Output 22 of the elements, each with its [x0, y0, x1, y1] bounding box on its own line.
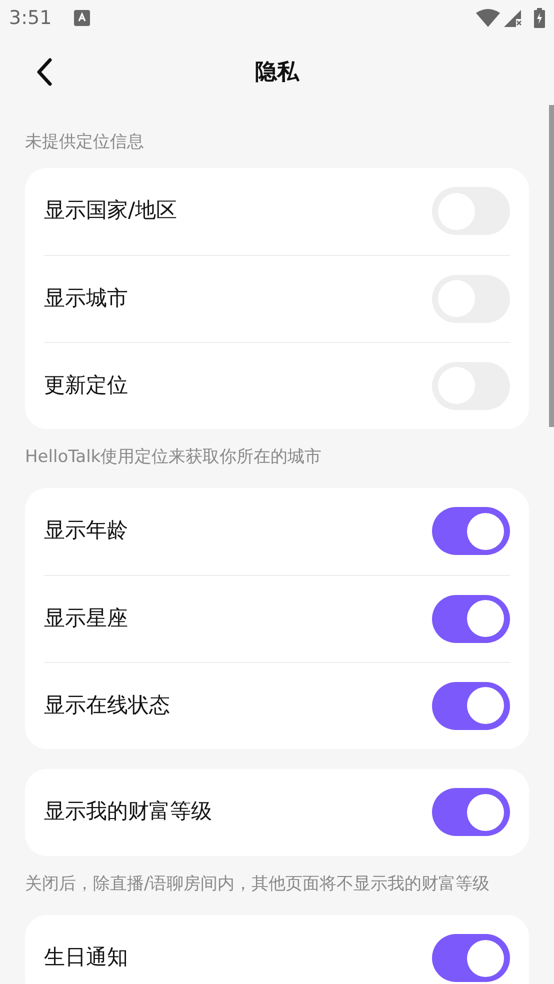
toggle-switch[interactable] [432, 934, 510, 982]
keyboard-notification-icon [74, 10, 90, 26]
setting-label: 显示城市 [44, 284, 128, 312]
section-header: 未提供定位信息 [25, 131, 145, 154]
toggle-switch[interactable] [432, 788, 510, 836]
setting-label: 显示在线状态 [44, 692, 170, 719]
section-footer: HelloTalk使用定位来获取你所在的城市 [25, 428, 529, 488]
setting-label: 显示我的财富等级 [44, 798, 212, 826]
setting-label: 生日通知 [44, 944, 128, 972]
setting-label: 显示国家/地区 [44, 197, 178, 224]
section-footer: 关闭后，除直播/语聊房间内，其他页面将不显示我的财富等级 [25, 856, 529, 914]
setting-label: 更新定位 [44, 372, 128, 399]
toggle-switch[interactable] [432, 682, 510, 730]
toggle-switch[interactable] [432, 507, 510, 555]
status-time: 3:51 [9, 6, 52, 31]
setting-label: 显示星座 [44, 604, 128, 632]
setting-label: 显示年龄 [44, 517, 128, 544]
battery-icon [534, 8, 545, 28]
wifi-icon [476, 9, 500, 27]
signal-icon [504, 9, 522, 27]
page-title: 隐私 [255, 58, 299, 86]
toggle-switch[interactable] [432, 594, 510, 642]
